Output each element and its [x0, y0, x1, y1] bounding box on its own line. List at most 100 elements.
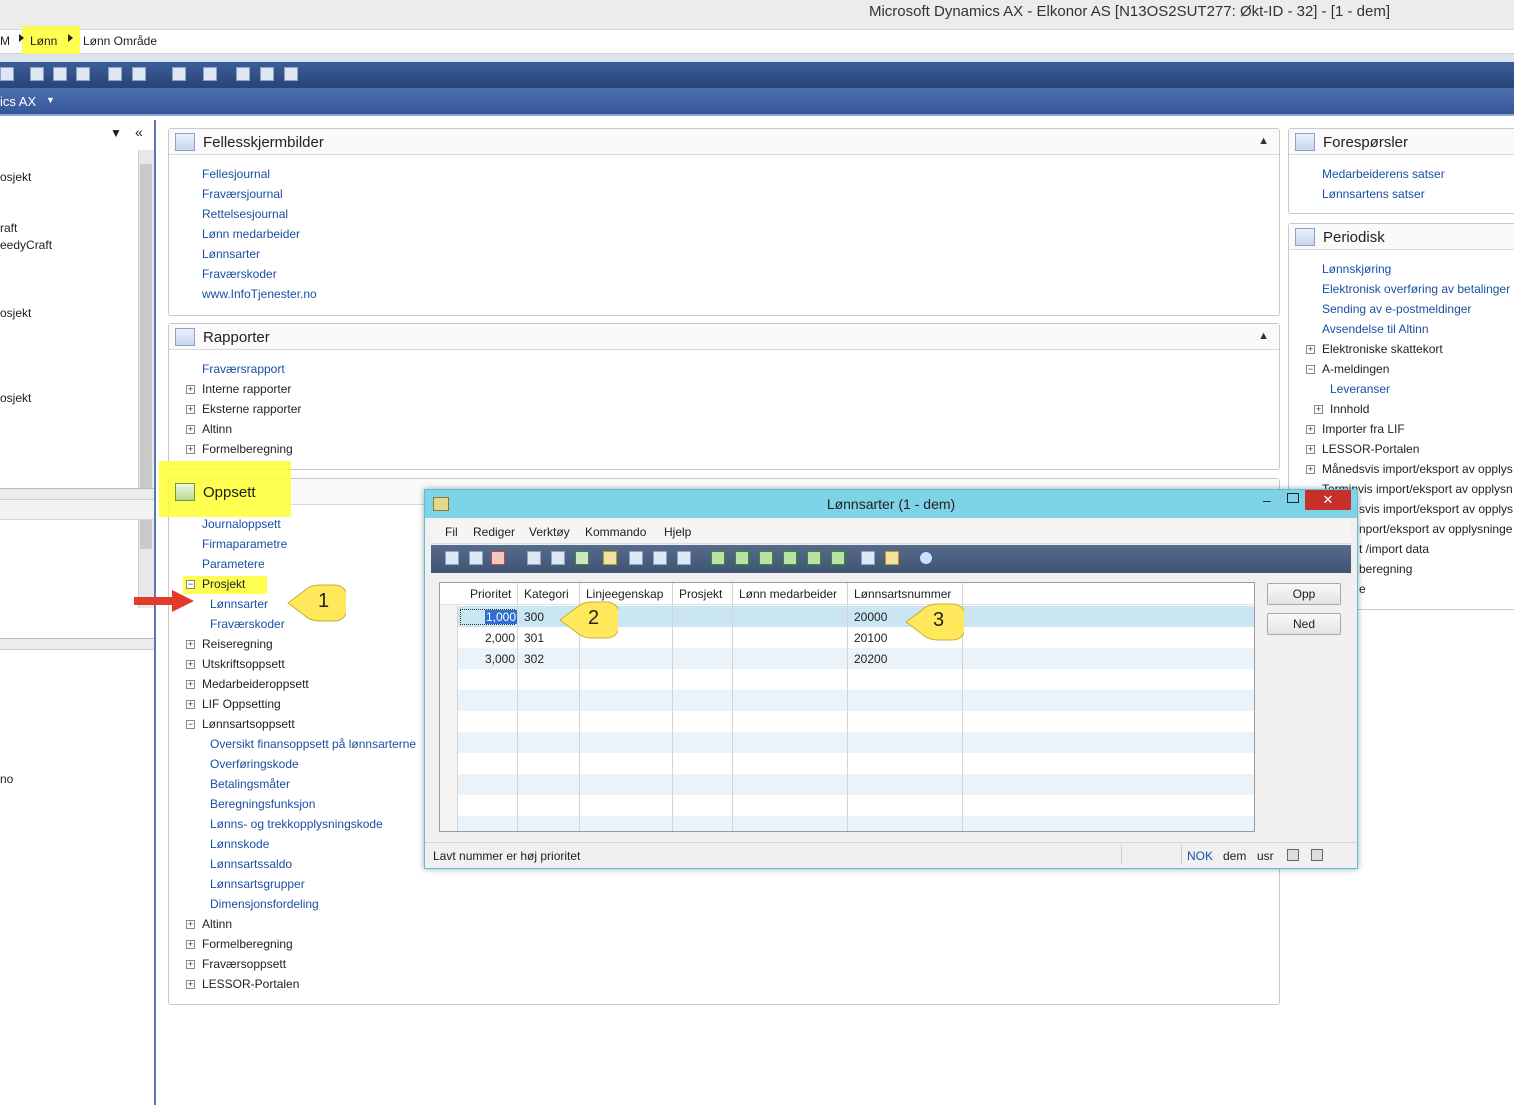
- link-parametere[interactable]: Parametere: [202, 557, 265, 571]
- maximize-icon[interactable]: [1287, 493, 1299, 503]
- column-header-linjeegenskap[interactable]: Linjeegenskap: [586, 587, 663, 601]
- print-icon[interactable]: [527, 551, 541, 565]
- expand-icon[interactable]: +: [1314, 405, 1323, 414]
- cell-kategori[interactable]: 301: [524, 631, 544, 645]
- link-lonnsarter[interactable]: Lønnsarter: [202, 247, 260, 261]
- group-e[interactable]: e: [1359, 582, 1366, 596]
- link-lonnskode[interactable]: Lønnskode: [210, 837, 269, 851]
- link-overforingskode[interactable]: Overføringskode: [210, 757, 299, 771]
- link-dimensjonsfordeling[interactable]: Dimensjonsfordeling: [210, 897, 319, 911]
- session-icon[interactable]: [1311, 849, 1323, 861]
- cell-prioritet[interactable]: 1,000: [485, 610, 518, 624]
- nav-item[interactable]: osjekt: [0, 306, 31, 320]
- group-altinn[interactable]: Altinn: [202, 917, 232, 931]
- alert-icon[interactable]: [885, 551, 899, 565]
- document-icon[interactable]: [203, 67, 217, 81]
- menu-kommando[interactable]: Kommando: [585, 525, 646, 539]
- cut-icon[interactable]: [30, 67, 44, 81]
- nav-item[interactable]: raft: [0, 221, 17, 235]
- database-icon[interactable]: [1287, 849, 1299, 861]
- status-user[interactable]: usr: [1257, 849, 1274, 863]
- opp-button[interactable]: Opp: [1267, 583, 1341, 605]
- column-header-prosjekt[interactable]: Prosjekt: [679, 587, 722, 601]
- filter-selection-icon[interactable]: [603, 551, 617, 565]
- expand-icon[interactable]: +: [186, 385, 195, 394]
- collapse-icon[interactable]: ▲: [1258, 330, 1269, 342]
- expand-icon[interactable]: +: [186, 960, 195, 969]
- find-next-icon[interactable]: [132, 67, 146, 81]
- edit-record-icon[interactable]: [236, 67, 250, 81]
- breadcrumb-root[interactable]: M: [0, 34, 10, 48]
- group-a-meldingen[interactable]: A-meldingen: [1322, 362, 1389, 376]
- first-record-icon[interactable]: [711, 551, 725, 565]
- expand-icon[interactable]: +: [186, 445, 195, 454]
- excel-icon[interactable]: [575, 551, 589, 565]
- expand-icon[interactable]: +: [186, 660, 195, 669]
- group-beregning[interactable]: beregning: [1359, 562, 1412, 576]
- link-fravaersrapport[interactable]: Fraværsrapport: [202, 362, 285, 376]
- collapse-tree-icon[interactable]: −: [1306, 365, 1315, 374]
- link-medarbeiderens-satser[interactable]: Medarbeiderens satser: [1322, 167, 1445, 181]
- link-beregningsfunksjon[interactable]: Beregningsfunksjon: [210, 797, 315, 811]
- expand-icon[interactable]: +: [186, 425, 195, 434]
- expand-icon[interactable]: +: [186, 405, 195, 414]
- expand-icon[interactable]: +: [186, 680, 195, 689]
- link-lonns-og-trekkopplysningskode[interactable]: Lønns- og trekkopplysningskode: [210, 817, 383, 831]
- expand-icon[interactable]: +: [186, 980, 195, 989]
- cell-lonnsartsnummer[interactable]: 20100: [854, 631, 887, 645]
- menu-rediger[interactable]: Rediger: [473, 525, 515, 539]
- link-lonnsartens-satser[interactable]: Lønnsartens satser: [1322, 187, 1425, 201]
- link-lonnsartsgrupper[interactable]: Lønnsartsgrupper: [210, 877, 305, 891]
- advanced-filter-icon[interactable]: [629, 551, 643, 565]
- alert-icon[interactable]: [172, 67, 186, 81]
- link-leveranser[interactable]: Leveranser: [1330, 382, 1390, 396]
- breadcrumb-lonn[interactable]: Lønn: [30, 34, 57, 48]
- nav-item[interactable]: no: [0, 772, 13, 786]
- remove-filter-icon[interactable]: [677, 551, 691, 565]
- link-fravaerskoder[interactable]: Fraværskoder: [202, 267, 277, 281]
- help-icon[interactable]: [919, 551, 933, 565]
- print-preview-icon[interactable]: [551, 551, 565, 565]
- column-header-lonnsartsnummer[interactable]: Lønnsartsnummer: [854, 587, 951, 601]
- breadcrumb-arrow-icon[interactable]: [19, 34, 24, 42]
- group-formelberegning[interactable]: Formelberegning: [202, 937, 293, 951]
- group-lif-oppsetting[interactable]: LIF Oppsetting: [202, 697, 281, 711]
- group-innhold[interactable]: Innhold: [1330, 402, 1369, 416]
- cell-lonnsartsnummer[interactable]: 20200: [854, 652, 887, 666]
- list-icon[interactable]: [260, 67, 274, 81]
- nav-item[interactable]: eedyCraft: [0, 238, 52, 252]
- column-header-kategori[interactable]: Kategori: [524, 587, 569, 601]
- breadcrumb-arrow-icon[interactable]: [68, 34, 73, 42]
- link-sending-epost[interactable]: Sending av e-postmeldinger: [1322, 302, 1471, 316]
- link-journaloppsett[interactable]: Journaloppsett: [202, 517, 281, 531]
- link-fellesjournal[interactable]: Fellesjournal: [202, 167, 270, 181]
- column-header-lonn-medarbeider[interactable]: Lønn medarbeider: [739, 587, 837, 601]
- group-lessor-portalen[interactable]: LESSOR-Portalen: [1322, 442, 1419, 456]
- collapse-pane-icon[interactable]: «: [135, 124, 143, 140]
- link-avsendelse-altinn[interactable]: Avsendelse til Altinn: [1322, 322, 1429, 336]
- link-lonnsarter[interactable]: Lønnsarter: [210, 597, 268, 611]
- save-icon[interactable]: [469, 551, 483, 565]
- group-elektroniske-skattekort[interactable]: Elektroniske skattekort: [1322, 342, 1443, 356]
- group-utskriftsoppsett[interactable]: Utskriftsoppsett: [202, 657, 285, 671]
- group-arsvis[interactable]: svis import/eksport av opplys: [1359, 502, 1513, 516]
- nav-item[interactable]: osjekt: [0, 170, 31, 184]
- group-lessor-portalen[interactable]: LESSOR-Portalen: [202, 977, 299, 991]
- link-betalingsmater[interactable]: Betalingsmåter: [210, 777, 290, 791]
- group-importer-lif[interactable]: Importer fra LIF: [1322, 422, 1405, 436]
- group-import-data[interactable]: t /import data: [1359, 542, 1429, 556]
- next-page-icon[interactable]: [807, 551, 821, 565]
- ned-button[interactable]: Ned: [1267, 613, 1341, 635]
- cell-kategori[interactable]: 300: [524, 610, 544, 624]
- company-label[interactable]: ics AX: [0, 94, 36, 109]
- expand-icon[interactable]: +: [1306, 425, 1315, 434]
- delete-icon[interactable]: [491, 551, 505, 565]
- expand-icon[interactable]: +: [1306, 465, 1315, 474]
- new-icon[interactable]: [445, 551, 459, 565]
- group-reiseregning[interactable]: Reiseregning: [202, 637, 273, 651]
- link-lonnsartssaldo[interactable]: Lønnsartssaldo: [210, 857, 292, 871]
- pane-menu-icon[interactable]: ▼: [110, 126, 122, 140]
- grid-icon[interactable]: [284, 67, 298, 81]
- last-record-icon[interactable]: [831, 551, 845, 565]
- group-formelberegning[interactable]: Formelberegning: [202, 442, 293, 456]
